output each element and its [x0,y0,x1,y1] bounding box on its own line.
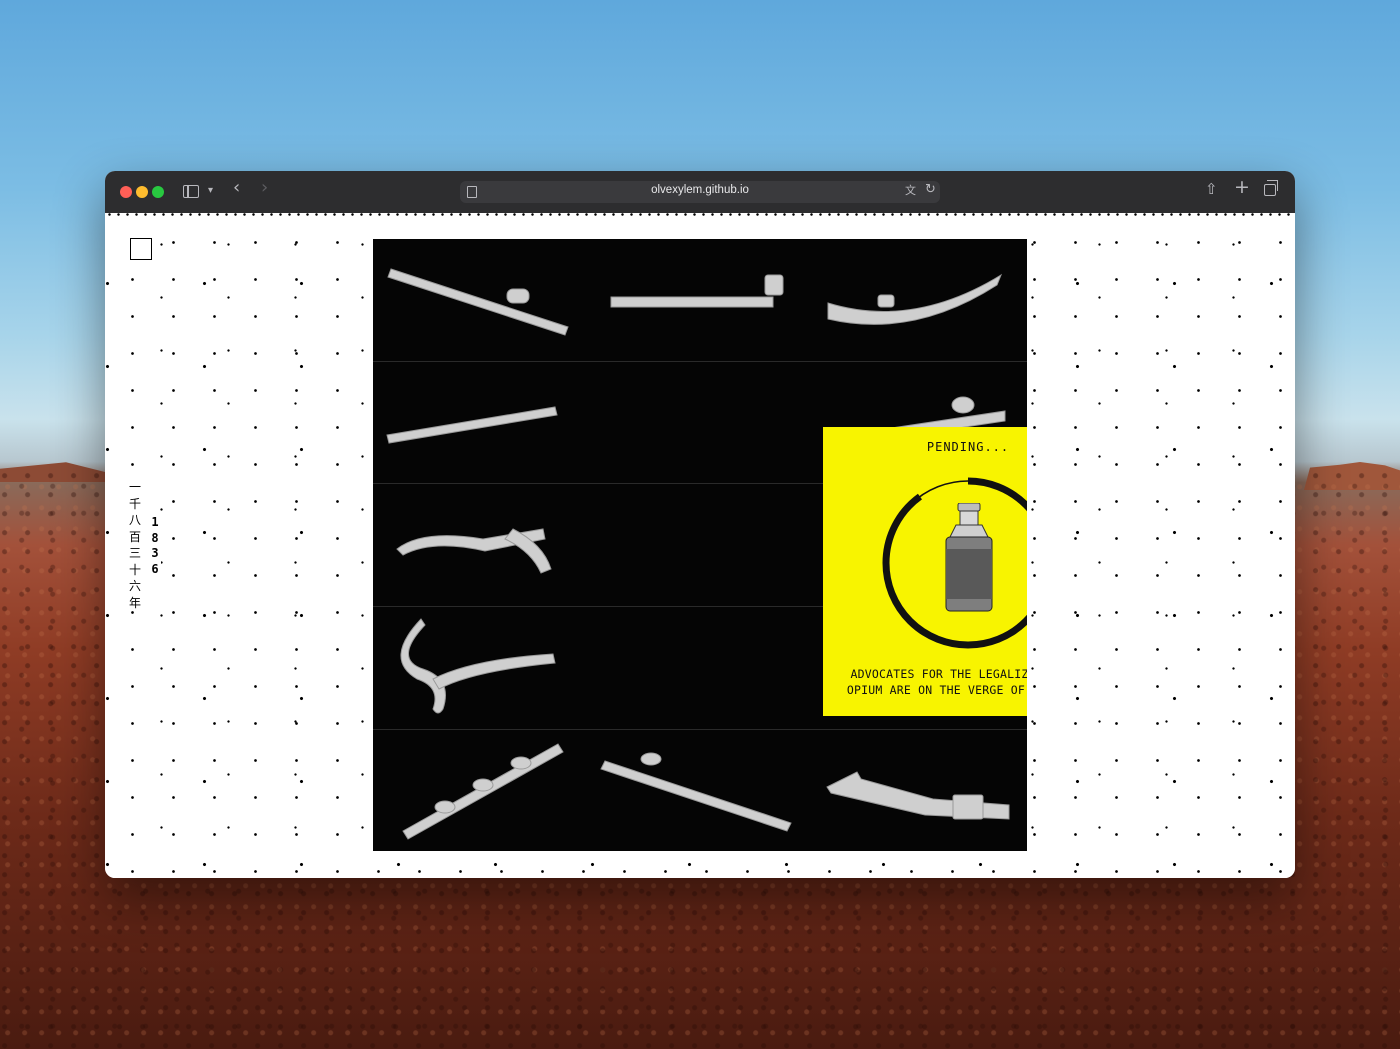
minimize-window-button[interactable] [136,186,148,198]
zoom-window-button[interactable] [152,186,164,198]
url-text[interactable]: olvexylem.github.io [460,184,940,196]
sidebar-toggle-icon[interactable] [183,185,199,198]
pending-modal: PENDING... ☝ ADVOCATES FOR THE LEGALIZAT… [823,427,1027,716]
dotted-border [105,213,1295,216]
browser-window: ▾ ‹ › olvexylem.github.io 文 ↻ ⇧ + 一千八百三十… [105,171,1295,878]
web-page: 一千八百三十六年 1836 PENDING... ADVOCATES FOR T… [105,213,1295,878]
reload-icon[interactable]: ↻ [925,183,936,197]
translate-icon[interactable]: 文 [905,184,916,198]
share-icon[interactable]: ⇧ [1205,182,1218,197]
close-window-button[interactable] [120,186,132,198]
new-tab-icon[interactable]: + [1234,178,1250,197]
pipe-gallery: PENDING... ☝ ADVOCATES FOR THE LEGALIZAT… [373,239,1027,851]
chevron-down-icon[interactable]: ▾ [208,184,213,198]
address-bar[interactable]: olvexylem.github.io 文 ↻ [460,181,940,203]
vertical-numeric-year: 1836 [149,515,161,577]
modal-status: PENDING... [926,440,1010,454]
tab-overview-icon[interactable] [1264,180,1278,196]
browser-toolbar: ▾ ‹ › olvexylem.github.io 文 ↻ ⇧ + [105,171,1295,214]
opium-bottle-icon [945,503,993,612]
back-arrow-icon[interactable]: ‹ [233,179,240,197]
modal-message: ADVOCATES FOR THE LEGALIZATION OF OPIUM … [846,667,1027,697]
menu-square-icon[interactable] [130,238,152,260]
forward-arrow-icon[interactable]: › [261,179,268,197]
vertical-cjk-year: 一千八百三十六年 [128,479,142,611]
